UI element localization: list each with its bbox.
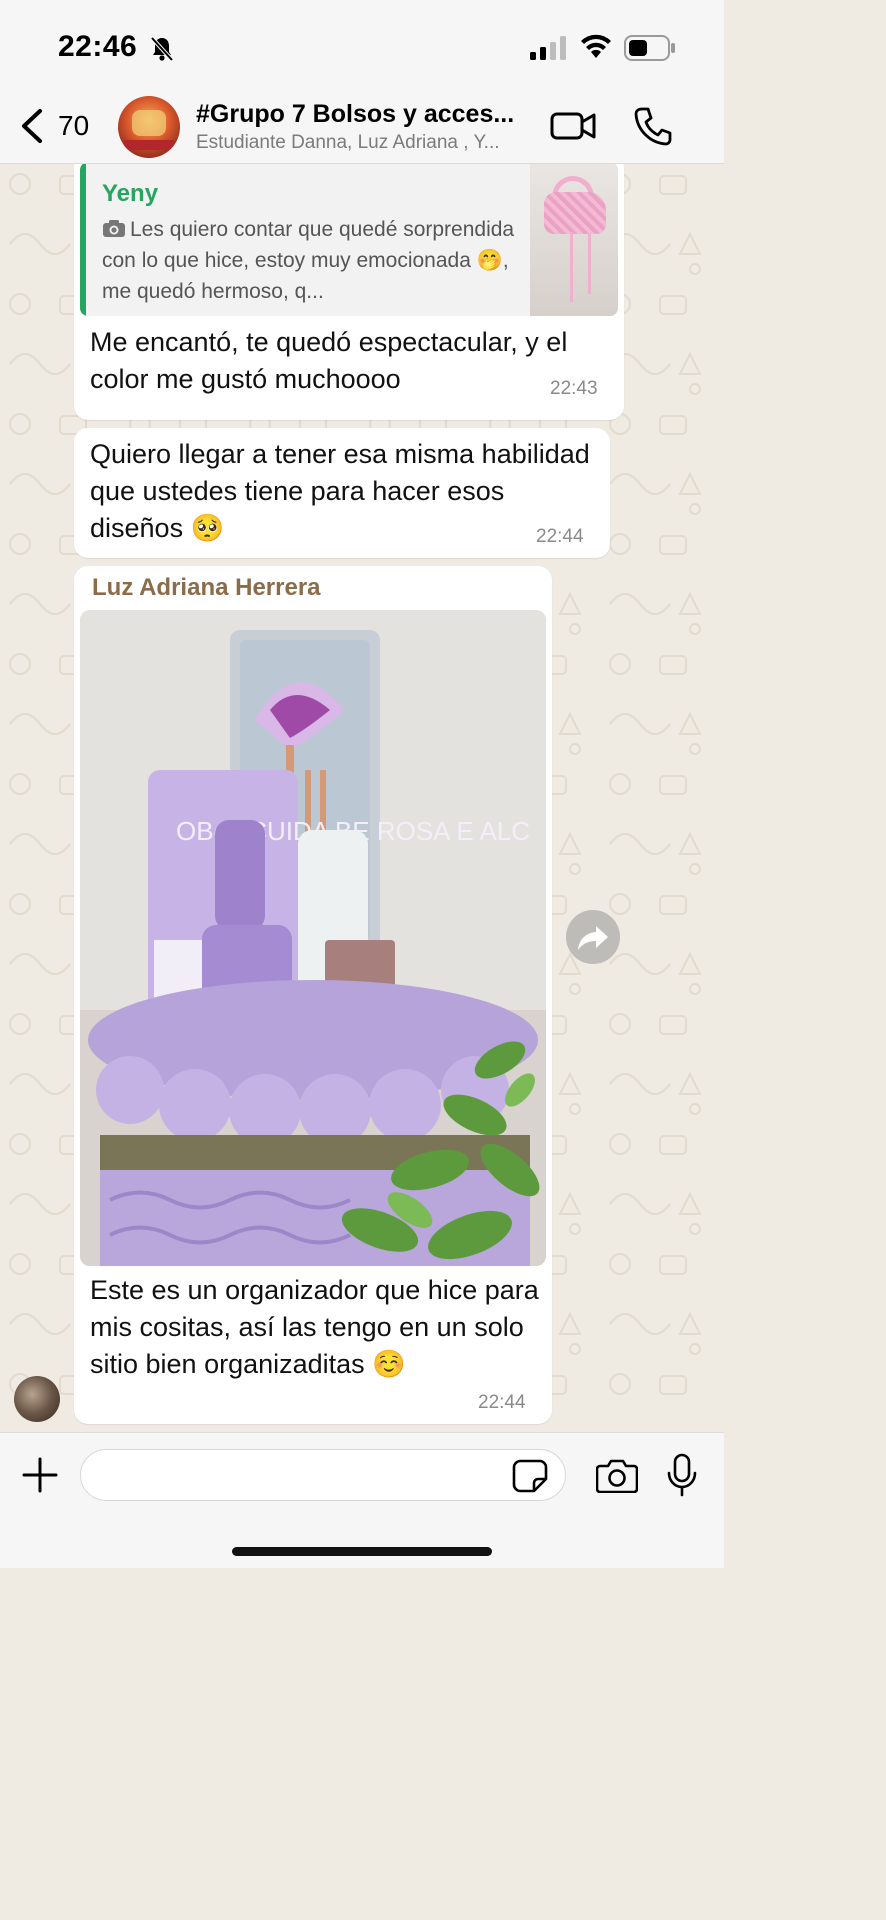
battery-icon xyxy=(624,35,675,61)
bell-off-icon xyxy=(150,36,174,62)
phone-call-icon[interactable] xyxy=(634,106,672,146)
message-time: 22:44 xyxy=(478,1392,526,1413)
message-time: 22:43 xyxy=(550,378,598,399)
bag-fringe xyxy=(588,234,591,294)
organizer-basket-photo: OBoti CUIDA BE ROSA E ALC xyxy=(80,610,546,1266)
message-list[interactable]: Yeny Les quiero contar que quedé sorpren… xyxy=(0,164,724,1432)
sender-avatar[interactable] xyxy=(14,1376,60,1422)
status-time: 22:46 xyxy=(58,30,138,63)
quoted-message[interactable]: Yeny Les quiero contar que quedé sorpren… xyxy=(80,164,618,316)
message-photo[interactable]: OBoti CUIDA BE ROSA E ALC xyxy=(80,610,546,1266)
forward-arrow-icon xyxy=(578,926,608,950)
camera-icon xyxy=(103,220,125,237)
pink-crochet-bag xyxy=(544,192,606,234)
message-bubble-photo[interactable]: Luz Adriana Herrera OBoti CUIDA ROSA E A… xyxy=(74,566,552,1424)
quoted-text: Les quiero contar que quedé sorprendida … xyxy=(102,218,515,303)
camera-icon[interactable] xyxy=(596,1457,638,1493)
home-indicator[interactable] xyxy=(232,1547,492,1556)
status-bar: 22:46 xyxy=(0,0,724,90)
whatsapp-chat-screen: 22:46 70 #Grupo 7 Bolsos y acces... Estu… xyxy=(0,0,724,1568)
group-participants[interactable]: Estudiante Danna, Luz Adriana , Y... xyxy=(196,132,536,154)
video-call-icon[interactable] xyxy=(550,108,596,144)
message-text: Me encantó, te quedó espectacular, y el … xyxy=(90,327,568,394)
message-input[interactable] xyxy=(80,1449,566,1501)
chat-header: 70 #Grupo 7 Bolsos y acces... Estudiante… xyxy=(0,90,724,164)
quoted-photo-thumbnail[interactable] xyxy=(530,164,618,316)
message-bubble-reply[interactable]: Yeny Les quiero contar que quedé sorpren… xyxy=(74,164,624,420)
group-avatar[interactable] xyxy=(118,96,180,158)
quoted-sender: Yeny xyxy=(102,180,159,207)
sender-name: Luz Adriana Herrera xyxy=(92,574,321,601)
sticker-icon[interactable] xyxy=(512,1459,548,1493)
forward-button[interactable] xyxy=(566,910,620,964)
plus-icon[interactable] xyxy=(22,1457,58,1493)
message-time: 22:44 xyxy=(536,526,584,547)
group-avatar-banner xyxy=(124,140,174,150)
microphone-icon[interactable] xyxy=(666,1453,698,1497)
message-bubble[interactable]: Quiero llegar a tener esa misma habilida… xyxy=(74,428,610,558)
group-title[interactable]: #Grupo 7 Bolsos y acces... xyxy=(196,100,536,129)
wifi-icon xyxy=(581,34,611,58)
group-avatar-emblem xyxy=(132,110,166,136)
composer-bar xyxy=(0,1432,724,1568)
bag-fringe xyxy=(570,232,573,302)
cellular-signal-icon xyxy=(530,36,566,60)
quote-accent-bar xyxy=(80,164,86,316)
message-text: Este es un organizador que hice para mis… xyxy=(90,1275,539,1379)
unread-count[interactable]: 70 xyxy=(58,110,89,142)
back-chevron-icon[interactable] xyxy=(18,108,46,144)
message-text: Quiero llegar a tener esa misma habilida… xyxy=(90,439,590,543)
quoted-text-wrap: Les quiero contar que quedé sorprendida … xyxy=(102,214,522,307)
